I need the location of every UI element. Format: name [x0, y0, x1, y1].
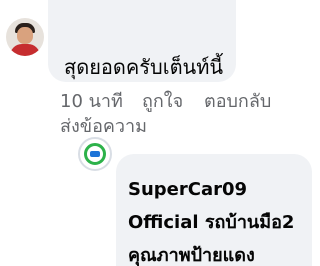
commenter-avatar[interactable]: [6, 18, 44, 56]
reply-text: SuperCar09 Official รถบ้านมือ2 คุณภาพป้า…: [128, 173, 308, 266]
reply-link[interactable]: ตอบกลับ: [204, 91, 271, 113]
steering-wheel-icon: [84, 143, 106, 165]
avatar-shirt: [10, 44, 40, 56]
comment-timestamp[interactable]: 10 นาที: [60, 91, 142, 113]
avatar-face: [17, 27, 33, 44]
comment-text: สุดยอดครับเต็นท์นี้: [64, 55, 224, 79]
send-message-link[interactable]: ส่งข้อความ: [60, 116, 300, 138]
comment-actions-row: 10 นาที ถูกใจ ตอบกลับ: [60, 91, 300, 113]
comment-actions: 10 นาที ถูกใจ ตอบกลับ ส่งข้อความ: [60, 91, 300, 138]
like-link[interactable]: ถูกใจ: [142, 91, 204, 113]
reply-author-avatar[interactable]: [78, 137, 112, 171]
